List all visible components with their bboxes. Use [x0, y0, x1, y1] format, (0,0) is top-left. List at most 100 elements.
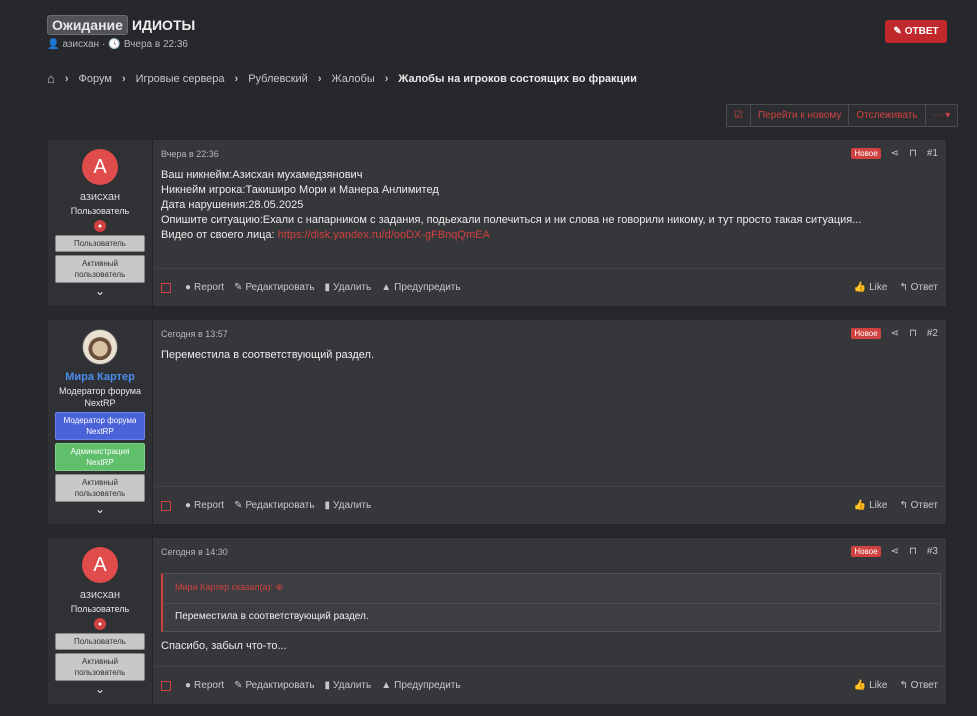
delete-label: Удалить [333, 500, 372, 511]
video-label: Видео от своего лица: [161, 229, 278, 241]
info-icon: ● [185, 500, 192, 511]
bookmark-icon[interactable]: ⊓ [909, 148, 917, 159]
avatar[interactable]: A [82, 149, 118, 185]
delete-button[interactable]: ▮ Удалить [325, 680, 372, 691]
edit-button[interactable]: ✎ Редактировать [234, 680, 314, 691]
user-banner: Активный пользователь [55, 653, 145, 681]
thread-date[interactable]: Вчера в 22:36 [124, 39, 188, 50]
delete-button[interactable]: ▮ Удалить [325, 500, 372, 511]
bookmark-icon[interactable]: ⊓ [909, 328, 917, 339]
post-header-actions: Новое ⋖ ⊓ #3 [851, 546, 938, 557]
chevron-down-icon[interactable]: ⌄ [95, 502, 105, 516]
bookmark-icon[interactable]: ⊓ [909, 546, 917, 557]
breadcrumb-current[interactable]: Жалобы на игроков состоящих во фракции [398, 73, 636, 85]
video-link[interactable]: https://disk.yandex.ru/d/ooDX-gFBnqQmEA [278, 229, 490, 241]
thread-author[interactable]: азисхан [62, 39, 99, 50]
like-button[interactable]: 👍 Like [854, 680, 888, 691]
breadcrumb-separator-icon: › [384, 72, 389, 85]
post-footer: ● Report ✎ Редактировать ▮ Удалить ▲ Предупр… [153, 666, 946, 704]
info-icon: ● [185, 282, 192, 293]
quote-divider [163, 603, 940, 604]
post: A азисхан Пользователь ● Пользователь Ак… [47, 537, 947, 705]
pencil-icon: ✎ [234, 282, 243, 293]
user-title: Пользователь [70, 206, 130, 216]
post-footer: ● Report ✎ Редактировать ▮ Удалить 👍 Like ↰… [153, 486, 946, 524]
more-menu-button[interactable]: ⋯ ▾ [926, 105, 958, 126]
post-reactions: 👍 Like ↰ Ответ [854, 680, 938, 691]
select-checkbox[interactable] [161, 282, 171, 293]
post-date[interactable]: Сегодня в 13:57 [161, 329, 228, 339]
edit-button[interactable]: ✎ Редактировать [234, 500, 314, 511]
edit-label: Редактировать [245, 680, 315, 691]
select-checkbox[interactable] [161, 500, 171, 511]
thread-prefix[interactable]: Ожидание [47, 15, 128, 35]
share-icon[interactable]: ⋖ [891, 148, 899, 159]
breadcrumb-item[interactable]: Форум [79, 73, 112, 85]
post-body: Ваш никнейм:Азисхан мухамедзянович Никне… [161, 168, 861, 243]
delete-label: Удалить [333, 680, 372, 691]
share-icon[interactable]: ⋖ [891, 328, 899, 339]
select-checkbox[interactable] [161, 680, 171, 691]
post-user-panel: Мира Картер Модератор форума NextRP Моде… [48, 320, 153, 524]
quote-block: Мира Картер сказал(а): ⊕ Переместила в с… [161, 573, 941, 632]
post-line: Дата нарушения:28.05.2025 [161, 199, 304, 211]
post-date[interactable]: Сегодня в 14:30 [161, 547, 228, 557]
user-status-icon: ● [94, 220, 106, 232]
post: A азисхан Пользователь ● Пользователь Ак… [47, 139, 947, 307]
quote-header[interactable]: Мира Картер сказал(а): ⊕ [175, 582, 283, 593]
post-date[interactable]: Вчера в 22:36 [161, 149, 219, 159]
breadcrumb-separator-icon: › [64, 72, 69, 85]
edit-button[interactable]: ✎ Редактировать [234, 282, 314, 293]
report-button[interactable]: ● Report [185, 282, 224, 293]
warn-button[interactable]: ▲ Предупредить [381, 680, 460, 691]
edit-label: Редактировать [245, 500, 315, 511]
user-banner: Пользователь [55, 235, 145, 252]
post-number[interactable]: #3 [927, 546, 938, 557]
post-content: Сегодня в 14:30 Новое ⋖ ⊓ #3 Мира Картер… [153, 538, 946, 704]
quote-reply-button[interactable]: ↰ Ответ [899, 500, 938, 511]
warn-button[interactable]: ▲ Предупредить [381, 282, 460, 293]
user-banner: Пользователь [55, 633, 145, 650]
avatar[interactable]: A [82, 547, 118, 583]
delete-button[interactable]: ▮ Удалить [325, 282, 372, 293]
go-new-button[interactable]: Перейти к новому [751, 105, 850, 126]
post-user-panel: A азисхан Пользователь ● Пользователь Ак… [48, 140, 153, 306]
post-number[interactable]: #2 [927, 328, 938, 339]
pencil-icon: ✎ [234, 500, 243, 511]
warning-icon: ▲ [381, 282, 392, 293]
post-number[interactable]: #1 [927, 148, 938, 159]
select-checkbox[interactable]: ☑ [727, 105, 751, 126]
breadcrumb-item[interactable]: Жалобы [331, 73, 374, 85]
avatar[interactable] [82, 329, 118, 365]
post-footer: ● Report ✎ Редактировать ▮ Удалить ▲ Предупр… [153, 268, 946, 306]
chevron-down-icon[interactable]: ⌄ [95, 682, 105, 696]
report-button[interactable]: ● Report [185, 500, 224, 511]
username[interactable]: азисхан [80, 191, 120, 203]
post-header-actions: Новое ⋖ ⊓ #1 [851, 148, 938, 159]
breadcrumb-item[interactable]: Игровые сервера [136, 73, 225, 85]
thread-meta: 👤 азисхан · 🕓 Вчера в 22:36 [47, 39, 188, 50]
share-icon[interactable]: ⋖ [891, 546, 899, 557]
like-label: Like [869, 500, 888, 511]
chevron-down-icon[interactable]: ⌄ [95, 284, 105, 298]
username[interactable]: Мира Картер [65, 371, 135, 383]
info-icon: ● [185, 680, 192, 691]
reply-button[interactable]: ✎ ОТВЕТ [885, 20, 947, 43]
user-banner: Модератор форума NextRP [55, 412, 145, 440]
breadcrumb-item[interactable]: Рублевский [248, 73, 308, 85]
like-button[interactable]: 👍 Like [854, 282, 888, 293]
quote-reply-button[interactable]: ↰ Ответ [899, 282, 938, 293]
quote-reply-button[interactable]: ↰ Ответ [899, 680, 938, 691]
watch-button[interactable]: Отслеживать [849, 105, 926, 126]
user-banner: Активный пользователь [55, 255, 145, 283]
like-button[interactable]: 👍 Like [854, 500, 888, 511]
thread-title-text: ИДИОТЫ [131, 17, 196, 33]
breadcrumb-separator-icon: › [234, 72, 239, 85]
username[interactable]: азисхан [80, 589, 120, 601]
post-user-panel: A азисхан Пользователь ● Пользователь Ак… [48, 538, 153, 704]
post-content: Вчера в 22:36 Новое ⋖ ⊓ #1 Ваш никнейм:А… [153, 140, 946, 306]
report-button[interactable]: ● Report [185, 680, 224, 691]
home-icon[interactable]: ⌂ [47, 71, 55, 86]
post-reactions: 👍 Like ↰ Ответ [854, 500, 938, 511]
reply-label: Ответ [910, 680, 938, 691]
